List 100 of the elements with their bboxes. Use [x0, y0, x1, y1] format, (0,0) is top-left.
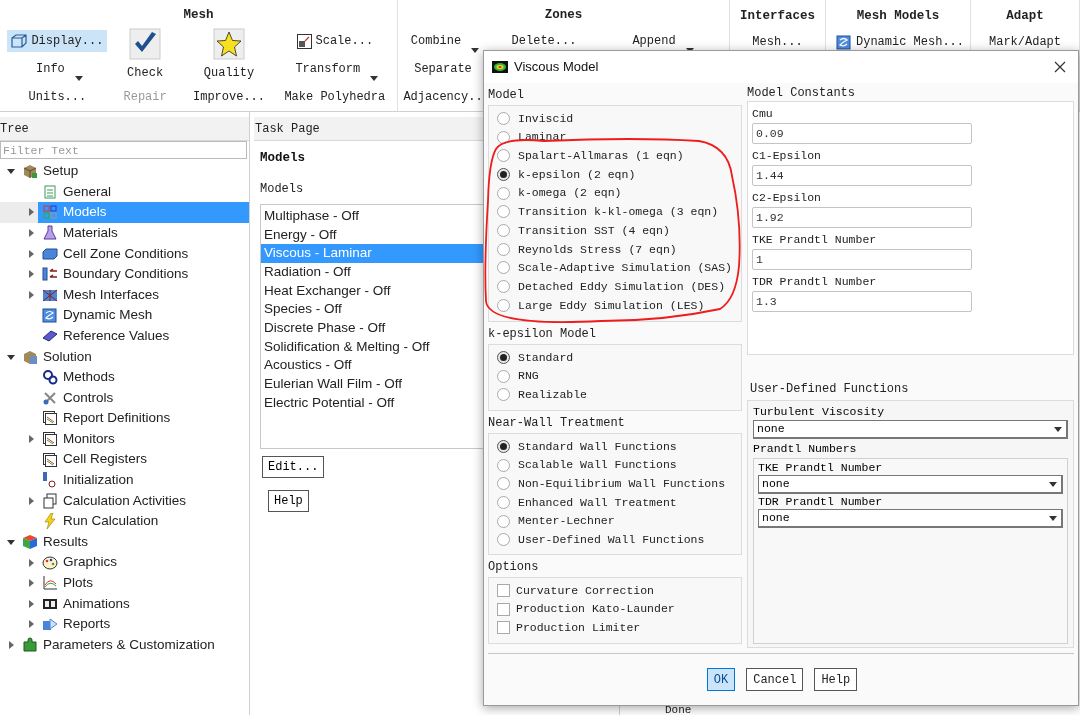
tree-item[interactable]: Calculation Activities: [38, 490, 249, 512]
radio-option[interactable]: Large Eddy Simulation (LES): [497, 295, 733, 315]
radio-option[interactable]: Transition SST (4 eqn): [497, 221, 733, 240]
radio-option[interactable]: Inviscid: [497, 109, 733, 128]
tree-item[interactable]: Setup: [18, 161, 249, 182]
tree-item[interactable]: Run Calculation: [38, 511, 249, 532]
radio-option[interactable]: Realizable: [497, 385, 733, 405]
tree-item[interactable]: Results: [18, 531, 249, 553]
group-title: Adapt: [1006, 8, 1044, 26]
caret-icon: [1049, 480, 1057, 488]
caret-icon: [1054, 425, 1062, 433]
dropdown[interactable]: none: [753, 420, 1068, 439]
field-label: TDR Prandtl Number: [758, 494, 884, 509]
radio-option[interactable]: k-epsilon (2 eqn): [497, 165, 733, 184]
number-field[interactable]: 0.09: [752, 123, 972, 144]
tree-item[interactable]: Cell Registers: [38, 449, 249, 470]
console-text: Done: [665, 705, 693, 715]
group-title: Zones: [544, 7, 583, 25]
number-field[interactable]: 1: [752, 249, 972, 270]
checkbox-option[interactable]: Production Kato-Launder: [497, 599, 733, 619]
ribbon-button[interactable]: Mesh...: [748, 31, 807, 53]
group-label: User-Defined Functions: [749, 382, 910, 397]
tree-item[interactable]: General: [38, 181, 249, 203]
ribbon-button[interactable]: Improve...: [189, 86, 269, 108]
solution-box-icon: [22, 348, 38, 365]
tree-item[interactable]: Monitors: [38, 428, 249, 450]
ribbon-button[interactable]: Make Polyhedra: [280, 86, 390, 108]
list-label: Models: [260, 180, 304, 198]
group-title: Interfaces: [740, 8, 815, 26]
tree-item[interactable]: Plots: [38, 572, 249, 594]
list-icon: [42, 183, 58, 200]
ribbon-button[interactable]: Units...: [24, 86, 91, 108]
tree-item[interactable]: Initialization: [38, 469, 249, 491]
tree-item[interactable]: Reference Values: [38, 325, 249, 347]
radio-option[interactable]: RNG: [497, 366, 733, 386]
window-title: Viscous Model: [514, 58, 600, 77]
task-button[interactable]: Edit...: [262, 455, 325, 478]
tree-item[interactable]: Boundary Conditions: [38, 263, 249, 285]
checkbox-option[interactable]: Curvature Correction: [497, 581, 733, 600]
ribbon-button[interactable]: Delete...: [507, 30, 581, 52]
tree-item[interactable]: Materials: [38, 222, 249, 244]
tree-item[interactable]: Controls: [38, 387, 249, 409]
panel-title: Task Page: [254, 120, 320, 138]
tree-item[interactable]: Dynamic Mesh: [38, 305, 249, 326]
ribbon-button[interactable]: Check: [123, 27, 168, 83]
radio-option[interactable]: Spalart-Allmaras (1 eqn): [497, 146, 733, 166]
tree-item[interactable]: Methods: [38, 366, 249, 388]
group-title: Mesh: [183, 7, 214, 25]
caret-icon: [1049, 514, 1057, 522]
ribbon-button[interactable]: Combine: [406, 30, 466, 52]
ribbon-button[interactable]: Info: [32, 58, 69, 80]
radio-option[interactable]: Standard: [497, 348, 733, 367]
radio-option[interactable]: Detached Eddy Simulation (DES): [497, 277, 733, 296]
number-field[interactable]: 1.44: [752, 165, 972, 186]
ribbon-button[interactable]: Quality: [199, 27, 259, 83]
task-button[interactable]: Help: [268, 489, 309, 512]
number-field[interactable]: 1.92: [752, 207, 972, 228]
ribbon-button[interactable]: Append: [628, 30, 680, 52]
radio-option[interactable]: k-omega (2 eqn): [497, 183, 733, 203]
tree-item[interactable]: Graphics: [38, 552, 249, 573]
tree-item[interactable]: Parameters & Customization: [18, 634, 249, 656]
ribbon-button[interactable]: Adjacency..: [399, 86, 487, 108]
number-field[interactable]: 1.3: [752, 291, 972, 312]
radio-option[interactable]: Scalable Wall Functions: [497, 455, 733, 475]
boundary-icon: [42, 266, 58, 283]
ribbon-button[interactable]: Display...: [7, 30, 108, 52]
plot-icon: [42, 575, 58, 592]
checkbox-option[interactable]: Production Limiter: [497, 618, 733, 638]
dialog-button[interactable]: OK: [706, 668, 736, 691]
tree-item[interactable]: Mesh Interfaces: [38, 284, 249, 306]
tree-item[interactable]: Animations: [38, 593, 249, 615]
dropdown[interactable]: none: [758, 475, 1063, 494]
dialog-button[interactable]: Help: [814, 668, 858, 691]
radio-option[interactable]: Laminar: [497, 127, 733, 147]
field-label: Turbulent Viscosity: [753, 404, 886, 420]
radio-option[interactable]: Non-Equilibrium Wall Functions: [497, 474, 733, 494]
filter-field[interactable]: Filter Text: [0, 141, 247, 159]
radio-option[interactable]: Standard Wall Functions: [497, 437, 733, 456]
ribbon-button[interactable]: Scale...: [292, 30, 378, 52]
dynamic-mesh-icon: [42, 307, 58, 324]
ribbon-button[interactable]: Dynamic Mesh...: [832, 31, 969, 53]
report-icon: [42, 616, 58, 633]
cube-icon: [22, 534, 38, 550]
tree-item[interactable]: Report Definitions: [38, 408, 249, 429]
radio-option[interactable]: Transition k-kl-omega (3 eqn): [497, 202, 733, 222]
group-label: Model Constants: [747, 86, 857, 101]
tree-item[interactable]: Reports: [38, 614, 249, 635]
dropdown[interactable]: none: [758, 509, 1063, 528]
tree-item[interactable]: Solution: [18, 346, 249, 367]
block-icon: [42, 245, 58, 262]
ribbon-button[interactable]: Transform: [291, 58, 365, 80]
ribbon-button[interactable]: Mark/Adapt: [985, 31, 1065, 53]
ribbon-button[interactable]: Separate: [410, 58, 476, 80]
radio-option[interactable]: Menter-Lechner: [497, 511, 733, 531]
dialog-button[interactable]: Cancel: [746, 668, 804, 691]
tree-item[interactable]: Cell Zone Conditions: [38, 243, 249, 264]
gear-icon: [42, 369, 58, 386]
radio-option[interactable]: User-Defined Wall Functions: [497, 530, 733, 550]
radio-option[interactable]: Enhanced Wall Treatment: [497, 493, 733, 512]
group-label: k-epsilon Model: [488, 327, 598, 342]
